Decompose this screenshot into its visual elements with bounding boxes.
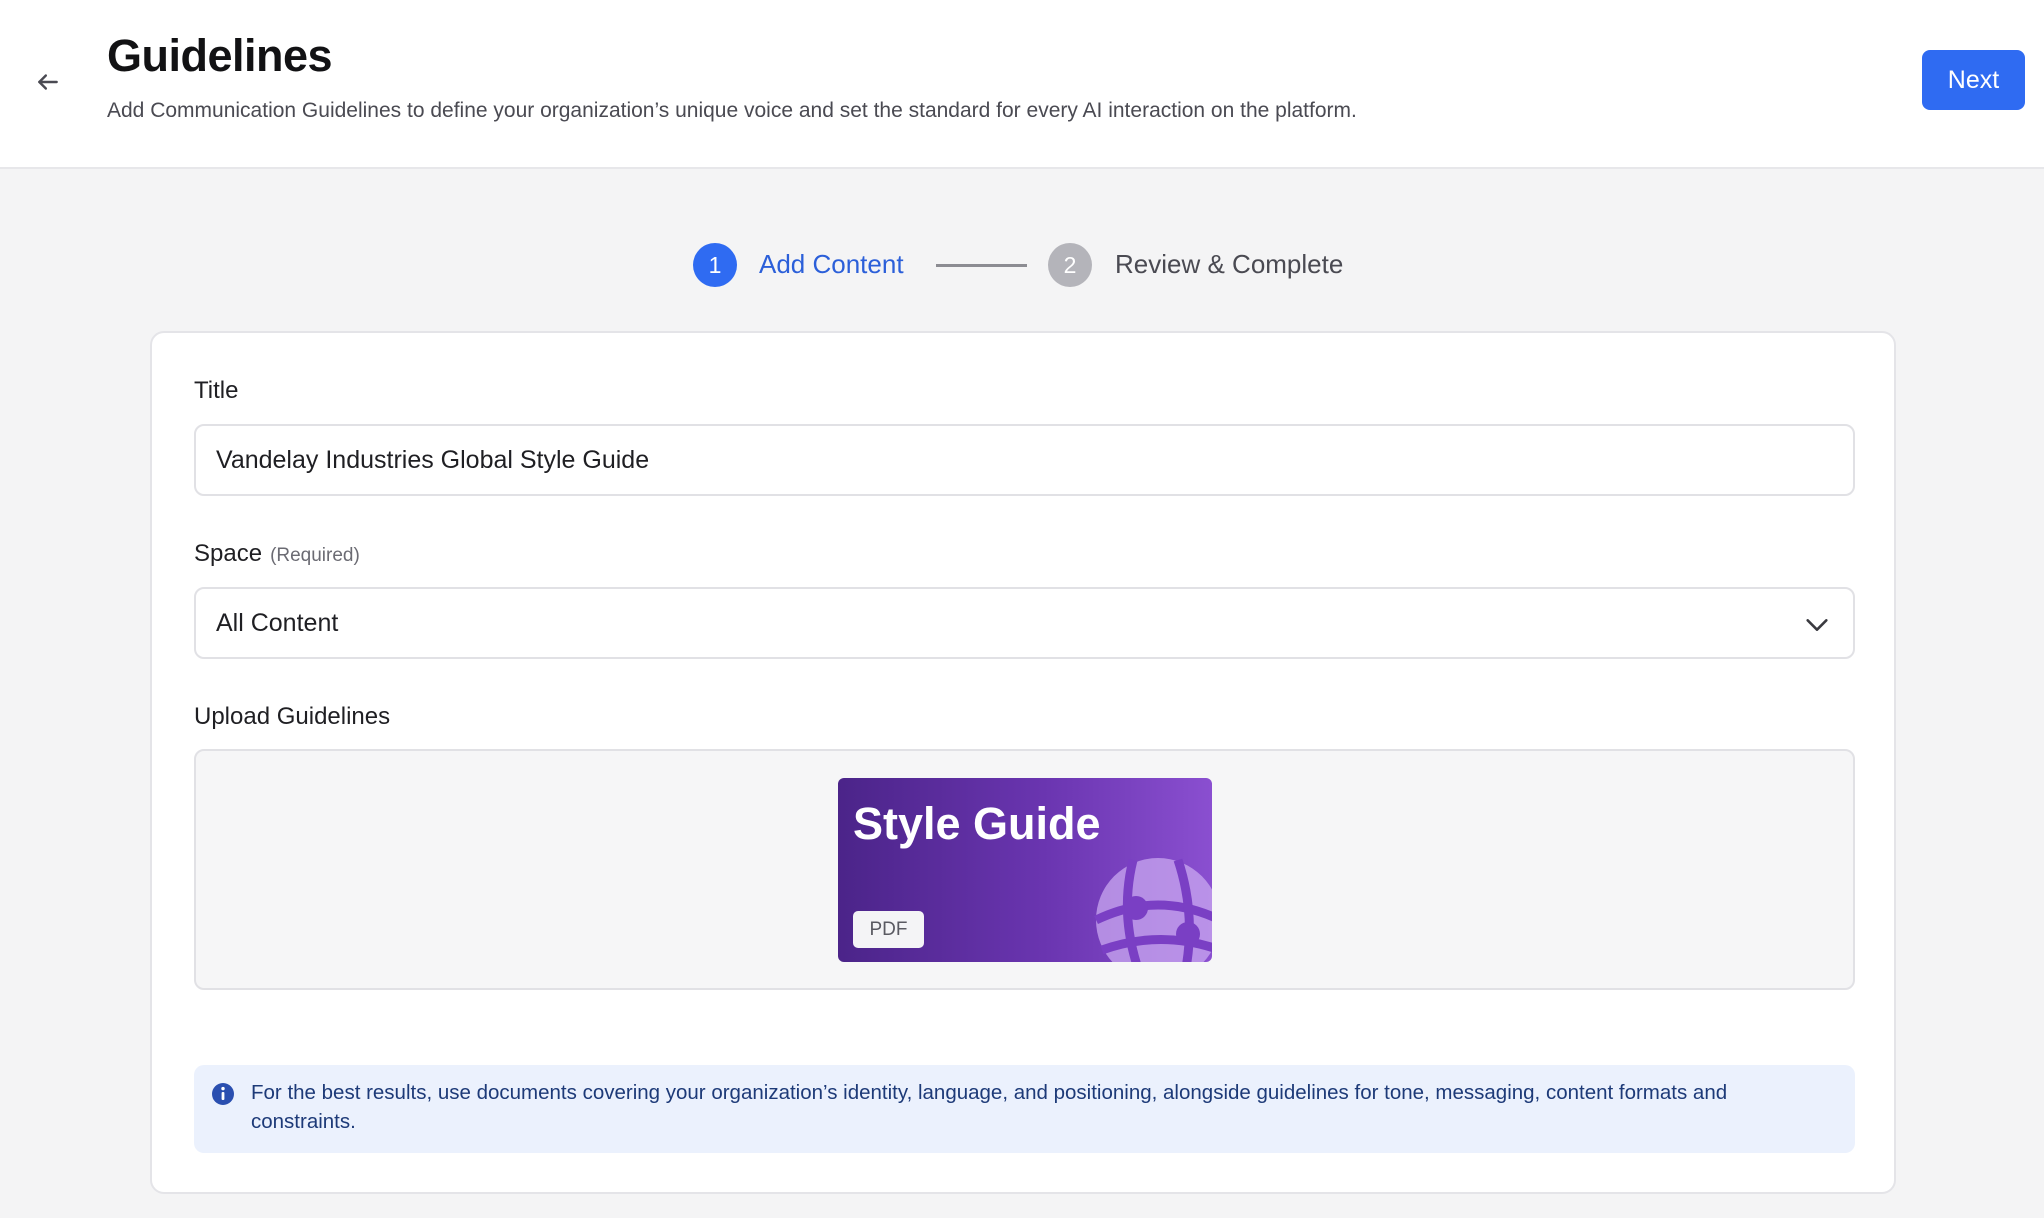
step-2-indicator: 2 xyxy=(1048,243,1092,287)
globe-icon xyxy=(1094,858,1212,962)
page-header: Guidelines Add Communication Guidelines … xyxy=(0,0,2044,169)
upload-label: Upload Guidelines xyxy=(194,703,391,730)
info-icon xyxy=(212,1083,234,1105)
required-hint: (Required) xyxy=(270,545,360,566)
space-select-value: All Content xyxy=(216,608,339,637)
space-label-text: Space xyxy=(194,540,263,567)
back-button[interactable] xyxy=(28,62,68,102)
info-banner: For the best results, use documents cove… xyxy=(194,1065,1855,1153)
space-select[interactable]: All Content xyxy=(194,587,1855,659)
arrow-left-icon xyxy=(38,74,58,90)
space-label: Space (Required) xyxy=(194,540,360,568)
next-button[interactable]: Next xyxy=(1922,50,2025,110)
guidelines-form-card: Title Space (Required) All Content Upload… xyxy=(150,331,1896,1194)
step-connector xyxy=(936,264,1027,267)
page-title: Guidelines xyxy=(107,30,333,81)
thumbnail-title: Style Guide xyxy=(853,798,1101,849)
stepper: 1 Add Content 2 Review & Complete xyxy=(0,240,2044,290)
upload-dropzone[interactable]: Style Guide PDF xyxy=(194,749,1855,990)
title-label: Title xyxy=(194,377,239,404)
chevron-down-icon xyxy=(1806,619,1828,631)
file-type-badge: PDF xyxy=(853,911,924,948)
title-input[interactable] xyxy=(194,424,1855,496)
uploaded-file-thumbnail[interactable]: Style Guide PDF xyxy=(838,778,1212,962)
step-2-label: Review & Complete xyxy=(1115,249,1344,279)
page-subtitle: Add Communication Guidelines to define y… xyxy=(107,99,1357,122)
info-text: For the best results, use documents cove… xyxy=(251,1081,1728,1133)
step-1-indicator: 1 xyxy=(693,243,737,287)
step-1-label: Add Content xyxy=(759,249,904,279)
